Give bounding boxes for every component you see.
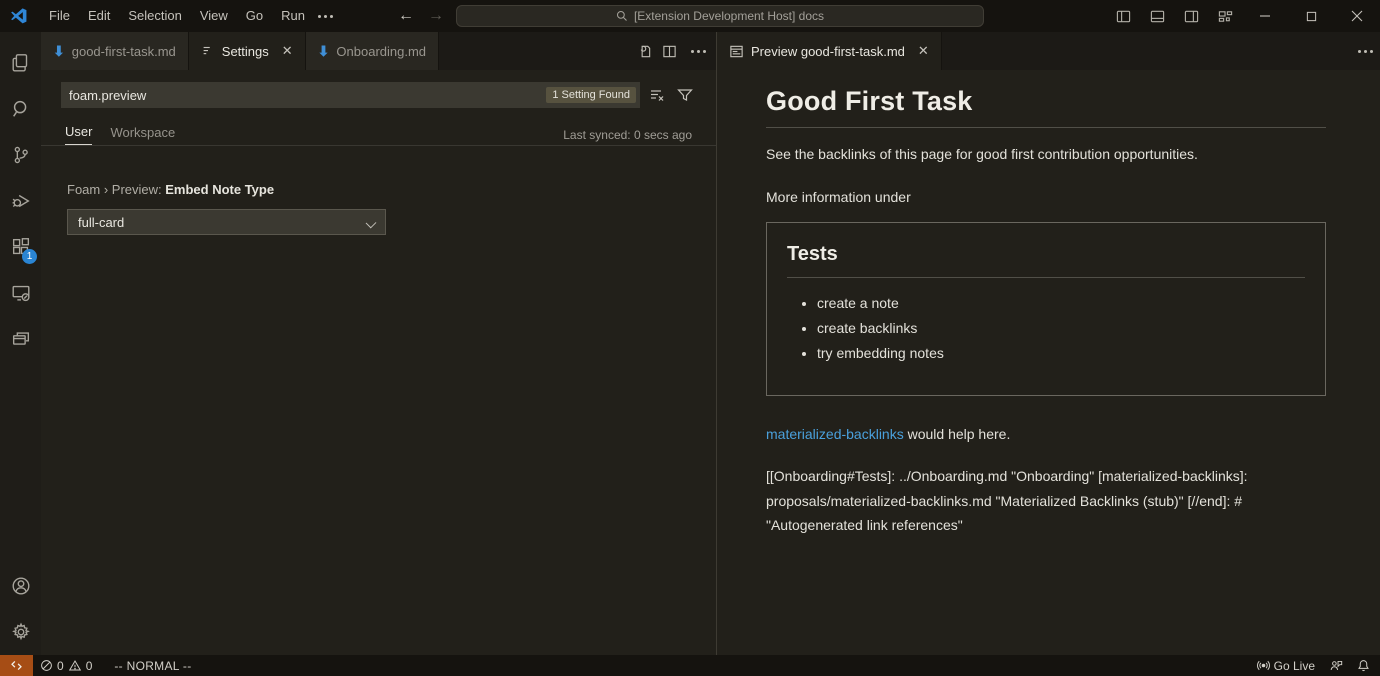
command-center-text: [Extension Development Host] docs	[634, 9, 824, 23]
settings-separator	[41, 145, 716, 146]
menu-run[interactable]: Run	[272, 5, 314, 27]
toggle-panel-icon[interactable]	[1140, 0, 1174, 32]
embedded-note-card: Tests create a note create backlinks try…	[766, 222, 1326, 397]
settings-search-input[interactable]	[69, 88, 546, 103]
search-icon	[616, 10, 628, 22]
tab-onboarding[interactable]: ⬇ Onboarding.md	[306, 32, 439, 70]
settings-scope-user[interactable]: User	[65, 124, 92, 145]
remote-indicator[interactable]	[0, 655, 33, 676]
navigate-back-icon[interactable]: ←	[398, 7, 414, 25]
menu-selection[interactable]: Selection	[119, 5, 190, 27]
menu-more-icon[interactable]	[314, 5, 337, 27]
source-control-icon[interactable]	[0, 132, 41, 178]
settings-search-box[interactable]: 1 Setting Found	[61, 82, 640, 108]
warning-count: 0	[86, 659, 93, 673]
editor-group-right: Preview good-first-task.md ✕ Good First …	[717, 32, 1380, 655]
split-editor-icon[interactable]	[662, 44, 677, 59]
error-count: 0	[57, 659, 64, 673]
settings-editor-icon	[201, 44, 215, 58]
bell-icon	[1357, 659, 1370, 672]
dropdown-selected-value: full-card	[78, 215, 124, 230]
windows-panels-icon[interactable]	[0, 316, 41, 362]
maximize-button[interactable]	[1288, 0, 1334, 32]
go-live-label: Go Live	[1274, 659, 1315, 673]
broadcast-icon	[1257, 659, 1270, 672]
settings-last-synced: Last synced: 0 secs ago	[563, 128, 692, 142]
explorer-icon[interactable]	[0, 40, 41, 86]
chevron-down-icon	[366, 218, 377, 229]
activity-bar: 1	[0, 32, 41, 655]
settings-editor: 1 Setting Found User Workspace	[41, 70, 716, 655]
preview-more-info: More information under	[766, 189, 1326, 205]
embed-note-type-dropdown[interactable]: full-card	[67, 209, 386, 235]
menu-file[interactable]: File	[40, 5, 79, 27]
markdown-file-icon: ⬇	[318, 43, 330, 60]
list-item: create backlinks	[817, 319, 1305, 337]
close-tab-icon[interactable]: ✕	[282, 43, 293, 59]
toggle-secondary-sidebar-icon[interactable]	[1174, 0, 1208, 32]
right-tabstrip: Preview good-first-task.md ✕	[717, 32, 1380, 70]
extensions-badge: 1	[22, 249, 37, 264]
setting-name-label: Embed Note Type	[165, 182, 274, 197]
markdown-preview-pane: Good First Task See the backlinks of thi…	[717, 70, 1380, 655]
remote-explorer-icon[interactable]	[0, 270, 41, 316]
tab-settings[interactable]: Settings ✕	[189, 32, 306, 70]
setting-foam-preview-embed-note-type: Foam › Preview: Embed Note Type full-car…	[67, 182, 696, 235]
settings-gear-icon[interactable]	[0, 609, 41, 655]
preview-title: Good First Task	[766, 86, 1326, 128]
toggle-primary-sidebar-icon[interactable]	[1106, 0, 1140, 32]
tab-good-first-task[interactable]: ⬇ good-first-task.md	[41, 32, 189, 70]
settings-count-badge: 1 Setting Found	[546, 87, 636, 103]
menu-go[interactable]: Go	[237, 5, 272, 27]
menu-edit[interactable]: Edit	[79, 5, 119, 27]
search-view-icon[interactable]	[0, 86, 41, 132]
warnings-icon	[68, 659, 82, 672]
command-center-search[interactable]: [Extension Development Host] docs	[456, 5, 984, 27]
tab-preview-good-first-task[interactable]: Preview good-first-task.md ✕	[717, 32, 942, 70]
extensions-icon[interactable]: 1	[0, 224, 41, 270]
close-tab-icon[interactable]: ✕	[918, 43, 929, 59]
run-debug-icon[interactable]	[0, 178, 41, 224]
errors-icon	[40, 659, 53, 672]
close-window-button[interactable]	[1334, 0, 1380, 32]
list-item: create a note	[817, 294, 1305, 312]
accounts-icon[interactable]	[0, 563, 41, 609]
setting-category-label: Foam › Preview:	[67, 182, 165, 197]
markdown-preview-icon	[729, 44, 744, 59]
materialized-backlinks-link[interactable]: materialized-backlinks	[766, 426, 904, 442]
left-tabstrip: ⬇ good-first-task.md Settings ✕ ⬇ Onboar…	[41, 32, 716, 70]
navigate-forward-icon[interactable]: →	[428, 7, 444, 25]
embed-bullet-list: create a note create backlinks try embed…	[787, 294, 1305, 363]
open-settings-json-icon[interactable]	[637, 44, 652, 59]
feedback-button[interactable]	[1322, 655, 1350, 676]
feedback-person-icon	[1329, 659, 1343, 672]
titlebar: File Edit Selection View Go Run ← → [Ext…	[0, 0, 1380, 32]
notifications-bell[interactable]	[1350, 655, 1380, 676]
go-live-button[interactable]: Go Live	[1250, 655, 1322, 676]
remote-icon	[10, 659, 23, 672]
embed-title: Tests	[787, 243, 1305, 278]
vim-mode-indicator[interactable]: -- NORMAL --	[107, 655, 198, 676]
filter-settings-icon[interactable]	[674, 84, 696, 106]
preview-intro: See the backlinks of this page for good …	[766, 145, 1326, 165]
list-item: try embedding notes	[817, 344, 1305, 362]
more-actions-icon[interactable]	[687, 46, 710, 57]
vscode-logo-icon	[10, 7, 28, 25]
link-suffix-text: would help here.	[904, 426, 1011, 442]
settings-scope-workspace[interactable]: Workspace	[110, 125, 175, 145]
status-bar: 0 0 -- NORMAL -- Go Live	[0, 655, 1380, 676]
minimize-button[interactable]	[1242, 0, 1288, 32]
customize-layout-icon[interactable]	[1208, 0, 1242, 32]
link-references-text: [[Onboarding#Tests]: ../Onboarding.md "O…	[766, 464, 1326, 538]
more-actions-icon[interactable]	[1354, 46, 1377, 57]
editor-group-left: ⬇ good-first-task.md Settings ✕ ⬇ Onboar…	[41, 32, 716, 655]
clear-settings-search-icon[interactable]	[646, 84, 668, 106]
menu-view[interactable]: View	[191, 5, 237, 27]
markdown-file-icon: ⬇	[53, 43, 65, 60]
problems-indicator[interactable]: 0 0	[33, 655, 99, 676]
